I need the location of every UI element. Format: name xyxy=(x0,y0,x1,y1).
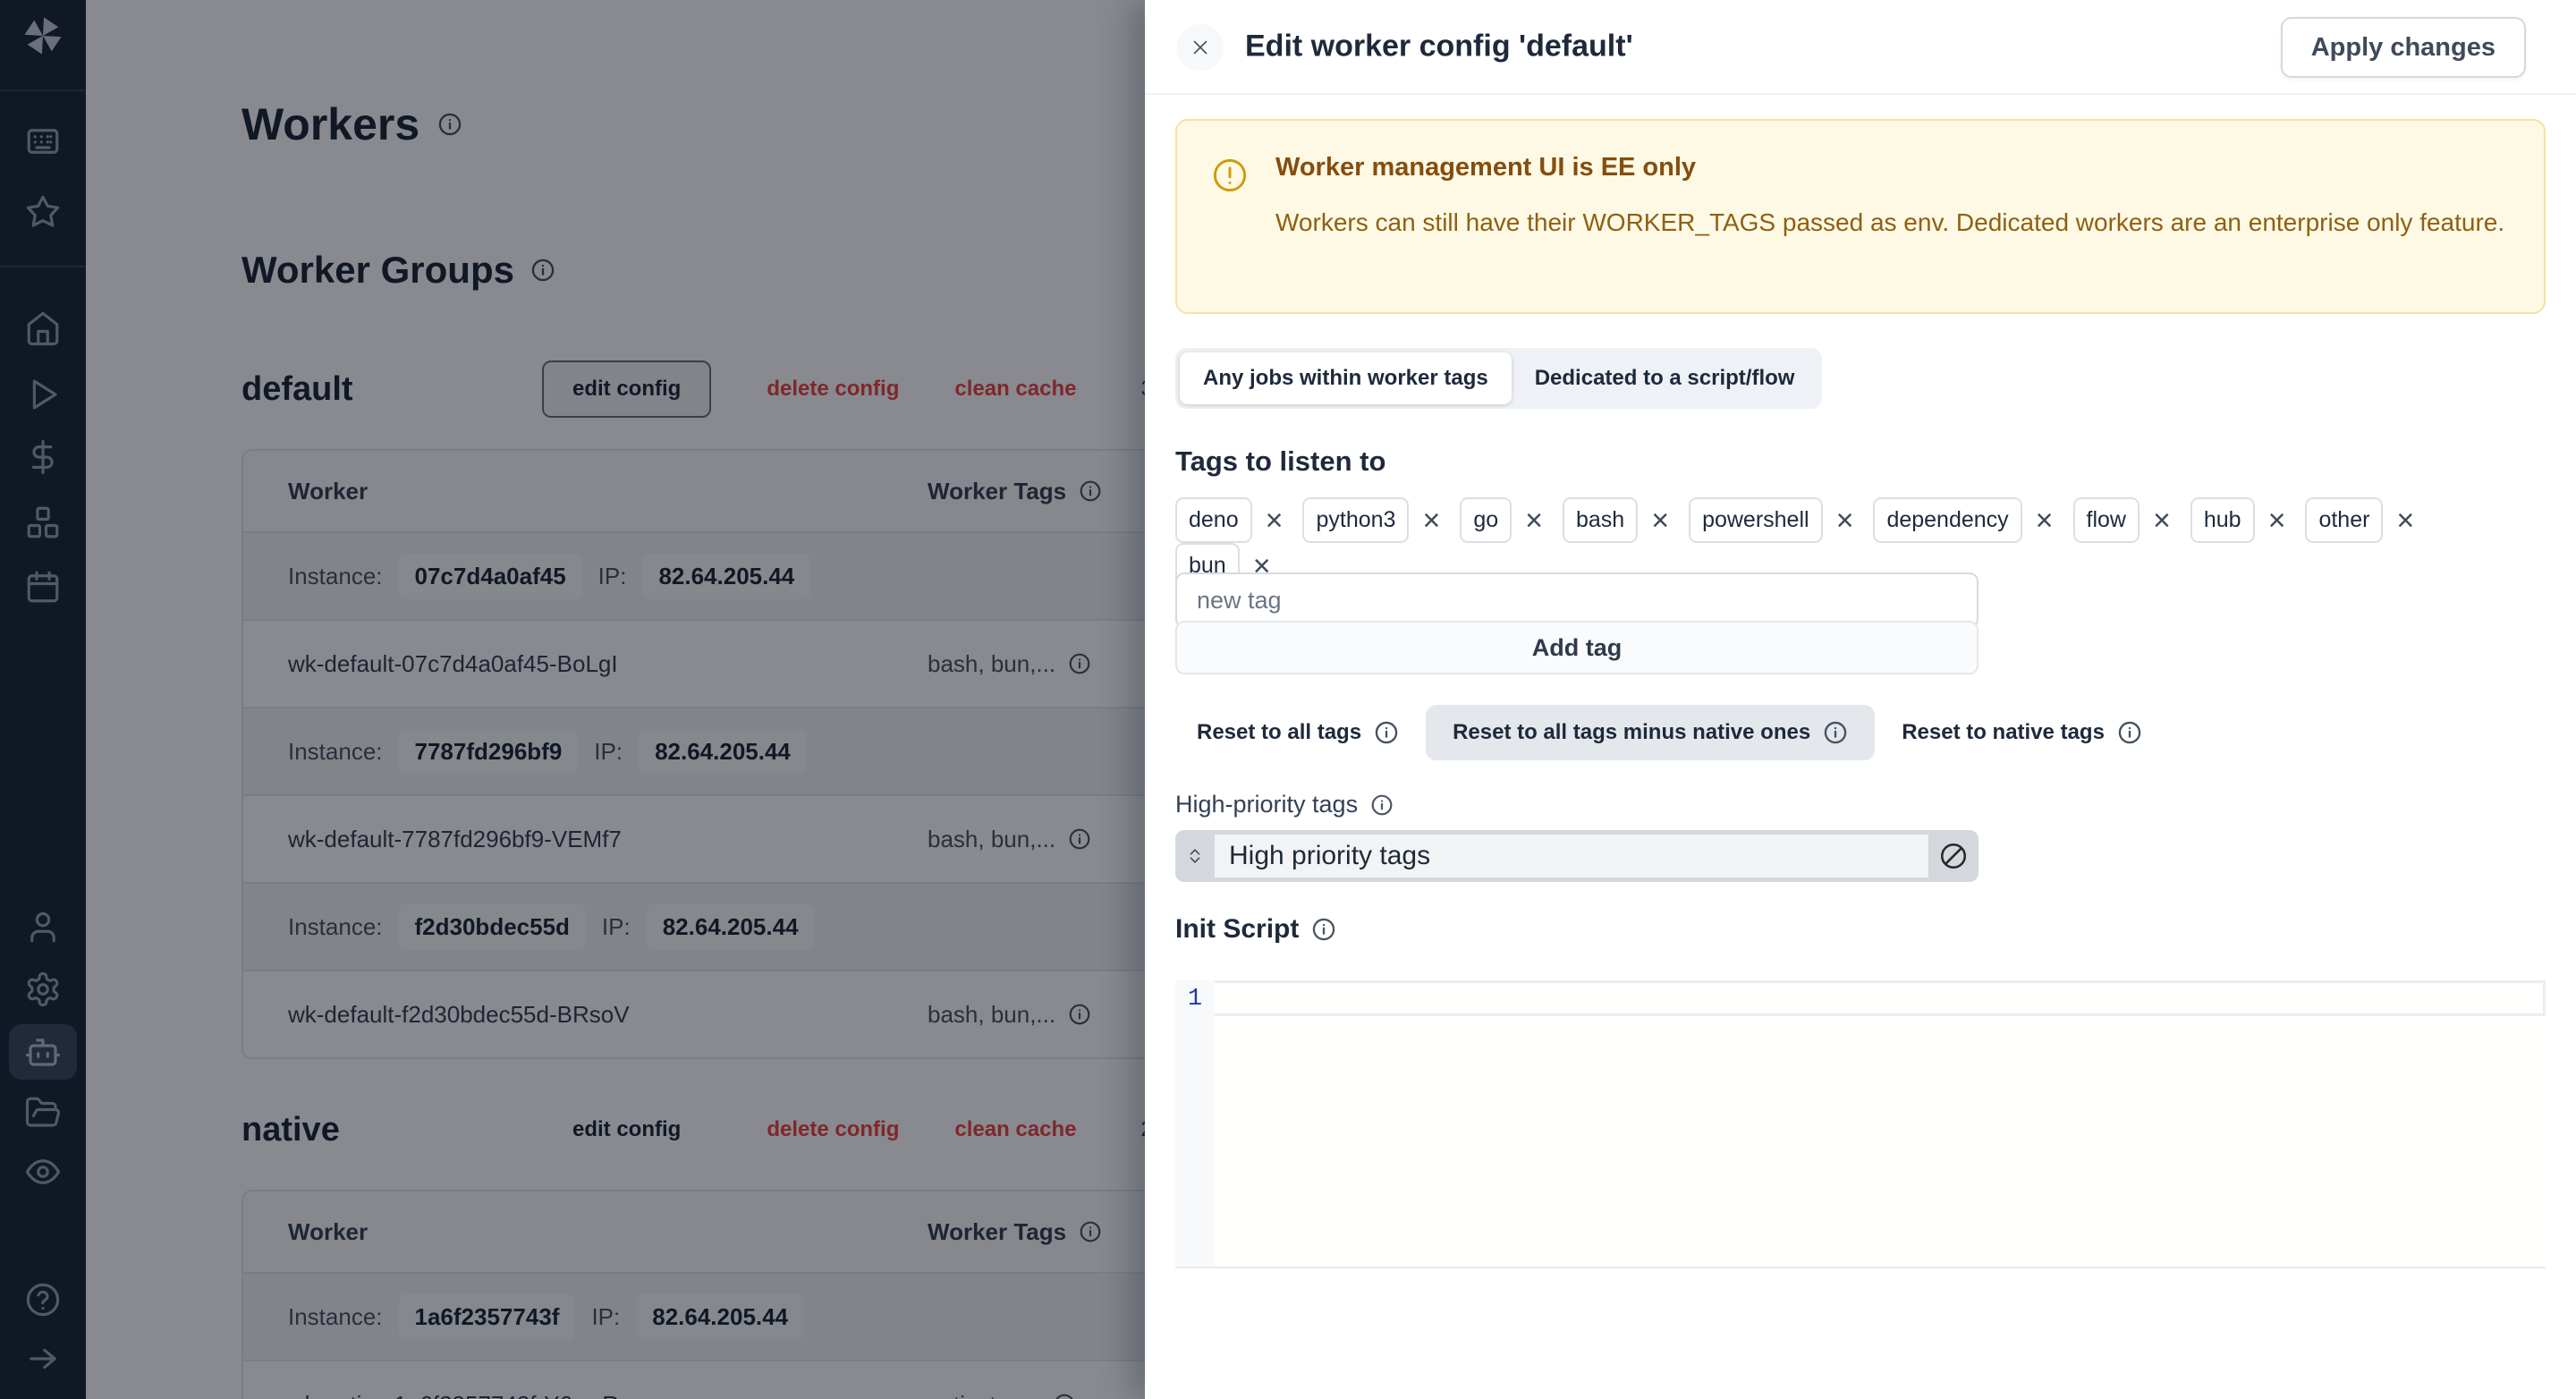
tag-chip: other xyxy=(2305,497,2384,543)
tag-item: other × xyxy=(2305,497,2414,543)
tag-item: bash × xyxy=(1562,497,1669,543)
tag-item: python3 × xyxy=(1302,497,1440,543)
tag-item: go × xyxy=(1460,497,1543,543)
warning-title: Worker management UI is EE only xyxy=(1275,153,1697,182)
tag-chip: dependency xyxy=(1873,497,2022,543)
high-priority-tags-label-text: High-priority tags xyxy=(1175,791,1359,818)
ban-icon xyxy=(1928,841,1979,871)
reset-minus-native-button[interactable]: Reset to all tags minus native ones xyxy=(1426,705,1876,760)
job-mode-tab[interactable]: Dedicated to a script/flow xyxy=(1512,352,1818,404)
editor-gutter: 1 xyxy=(1175,980,1215,1267)
reset-native-tags-label: Reset to native tags xyxy=(1902,720,2105,744)
info-icon xyxy=(1374,720,1399,745)
drawer-body: Worker management UI is EE only Workers … xyxy=(1145,95,2576,1399)
remove-tag-button[interactable]: × xyxy=(1266,505,1284,536)
warning-banner: Worker management UI is EE only Workers … xyxy=(1175,119,2546,314)
reset-buttons-row: Reset to all tags Reset to all tags minu… xyxy=(1175,705,2546,760)
new-tag-field-wrap xyxy=(1175,572,1979,628)
high-priority-tags-label: High-priority tags xyxy=(1175,791,2546,818)
tag-chip: powershell xyxy=(1689,497,1823,543)
tag-chip: bash xyxy=(1562,497,1639,543)
edit-worker-config-drawer: Edit worker config 'default' Apply chang… xyxy=(1145,0,2576,1399)
remove-tag-button[interactable]: × xyxy=(2396,505,2414,536)
remove-tag-button[interactable]: × xyxy=(1836,505,1854,536)
tag-chip: hub xyxy=(2190,497,2255,543)
app-root: Workers Worker Groups default edit confi… xyxy=(0,0,2576,1399)
reset-native-tags-button[interactable]: Reset to native tags xyxy=(1880,705,2164,760)
new-tag-input[interactable] xyxy=(1175,572,1979,628)
alert-circle-icon xyxy=(1211,157,1249,284)
info-icon[interactable] xyxy=(1311,917,1336,942)
close-icon xyxy=(1189,36,1212,59)
init-script-heading: Init Script xyxy=(1175,914,2546,945)
remove-tag-button[interactable]: × xyxy=(1525,505,1543,536)
tag-chip: python3 xyxy=(1302,497,1410,543)
init-script-heading-text: Init Script xyxy=(1175,914,1300,944)
reset-all-tags-button[interactable]: Reset to all tags xyxy=(1175,705,1420,760)
info-icon[interactable] xyxy=(1370,793,1394,817)
job-mode-tabs: Any jobs within worker tags Dedicated to … xyxy=(1175,348,1823,409)
high-priority-tags-select[interactable]: High priority tags xyxy=(1175,830,1979,882)
drawer-title: Edit worker config 'default' xyxy=(1245,29,1633,64)
remove-tag-button[interactable]: × xyxy=(1422,505,1440,536)
tags-heading: Tags to listen to xyxy=(1175,445,1386,477)
tag-item: deno × xyxy=(1175,497,1283,543)
warning-body: Workers can still have their WORKER_TAGS… xyxy=(1275,208,2505,236)
tag-item: hub × xyxy=(2190,497,2286,543)
info-icon xyxy=(1823,720,1848,745)
tag-item: powershell × xyxy=(1689,497,1853,543)
remove-tag-button[interactable]: × xyxy=(2153,505,2171,536)
close-drawer-button[interactable] xyxy=(1177,24,1224,71)
tag-item: flow × xyxy=(2072,497,2171,543)
init-script-editor[interactable]: 1 xyxy=(1175,980,2546,1268)
remove-tag-button[interactable]: × xyxy=(2268,505,2286,536)
job-mode-tab[interactable]: Any jobs within worker tags xyxy=(1180,352,1512,404)
reset-all-tags-label: Reset to all tags xyxy=(1197,720,1362,744)
remove-tag-button[interactable]: × xyxy=(2036,505,2054,536)
chevrons-up-down-icon xyxy=(1175,846,1215,866)
apply-changes-button[interactable]: Apply changes xyxy=(2280,17,2526,78)
high-priority-tags-placeholder: High priority tags xyxy=(1229,841,1431,870)
reset-minus-native-label: Reset to all tags minus native ones xyxy=(1453,720,1811,744)
tag-chip: deno xyxy=(1175,497,1252,543)
remove-tag-button[interactable]: × xyxy=(1651,505,1669,536)
tag-chip: flow xyxy=(2072,497,2140,543)
add-tag-button[interactable]: Add tag xyxy=(1175,621,1979,674)
tag-item: dependency × xyxy=(1873,497,2054,543)
drawer-header: Edit worker config 'default' Apply chang… xyxy=(1145,0,2576,95)
editor-active-line[interactable] xyxy=(1215,980,2546,1016)
tag-chip: go xyxy=(1460,497,1513,543)
info-icon xyxy=(2117,720,2142,745)
line-number: 1 xyxy=(1187,986,1203,1013)
